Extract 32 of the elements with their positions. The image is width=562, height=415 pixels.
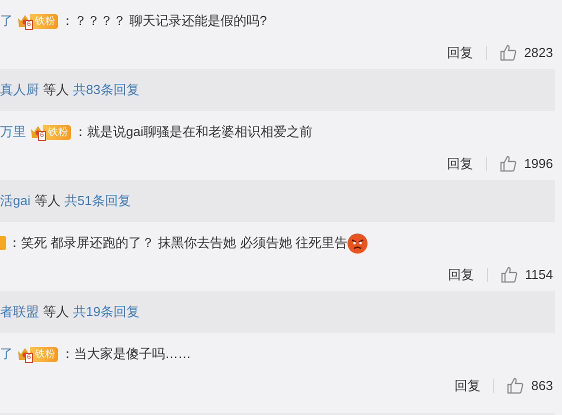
reply-users-suffix: 等人 — [43, 303, 69, 322]
badge-label: 铁粉 — [30, 14, 58, 28]
thumbs-up-icon — [507, 377, 524, 394]
reply-users-link[interactable]: 者联盟 — [0, 302, 39, 322]
user-link[interactable]: 了 — [0, 344, 13, 364]
badge-label: 铁粉 — [43, 124, 71, 140]
thumbs-up-icon — [501, 266, 518, 283]
comment-text: ：就是说gai聊骚是在和老婆相识相爱之前 — [74, 123, 312, 142]
reply-count-link[interactable]: 共83条回复 — [73, 80, 140, 100]
reply-users-suffix: 等人 — [43, 81, 69, 100]
reply-button[interactable]: 回复 — [454, 376, 480, 396]
like-button[interactable]: 1154 — [501, 264, 553, 284]
thumbs-up-icon — [500, 155, 518, 172]
reply-button[interactable]: 回复 — [447, 154, 474, 174]
user-link[interactable]: 了 — [0, 11, 13, 31]
reply-users-link[interactable]: 活gai — [0, 191, 30, 211]
reply-count-link[interactable]: 共51条回复 — [64, 191, 131, 211]
like-button[interactable]: 863 — [507, 376, 553, 396]
user-link[interactable]: 万里 — [0, 122, 26, 142]
like-button[interactable]: 1996 — [500, 154, 553, 174]
comment-text: ：笑死 都录屏还跑的了？ 抹黑你去告她 必须告她 往死里告 — [8, 234, 348, 252]
badge-label: 铁粉 — [30, 346, 58, 362]
fan-badge-icon — [0, 236, 6, 250]
comment-text: ：？？？？ 聊天记录还能是假的吗? — [61, 12, 267, 30]
reply-users-suffix: 等人 — [34, 192, 60, 210]
like-button[interactable]: 2823 — [500, 42, 553, 62]
reply-users-link[interactable]: 真人厨 — [0, 80, 39, 100]
reply-button[interactable]: 回复 — [447, 42, 474, 62]
comment-text: ：当大家是傻子吗…… — [61, 345, 191, 364]
reply-count-link[interactable]: 共19条回复 — [73, 302, 140, 322]
thumbs-up-icon — [500, 44, 518, 61]
reply-button[interactable]: 回复 — [448, 264, 474, 284]
